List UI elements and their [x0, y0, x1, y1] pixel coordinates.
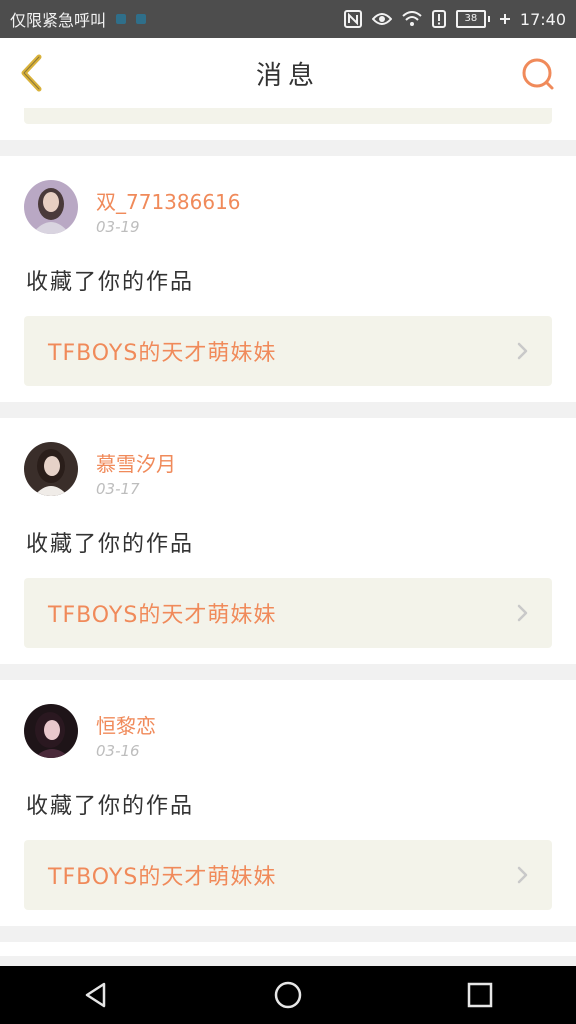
- battery-tip: [487, 16, 490, 22]
- avatar[interactable]: [24, 180, 78, 234]
- work-title: TFBOYS的天才萌妹妹: [48, 603, 277, 628]
- username-link[interactable]: 恒黎恋: [96, 710, 156, 739]
- divider: [0, 926, 576, 942]
- username-link[interactable]: 双_771386616: [96, 186, 241, 215]
- action-text: 收藏了你的作品: [26, 794, 195, 819]
- divider: [0, 664, 576, 680]
- list-item: 慕雪汐月 03-17 收藏了你的作品 TFBOYS的天才萌妹妹: [0, 418, 576, 664]
- timestamp: 03-19: [96, 218, 140, 236]
- list-item: 双_771386616 03-19 收藏了你的作品 TFBOYS的天才萌妹妹: [0, 156, 576, 402]
- battery-icon: 38: [455, 10, 490, 28]
- work-link[interactable]: TFBOYS的天才萌妹妹: [24, 840, 552, 910]
- list-item-partial: [0, 942, 576, 956]
- list-item-partial: [0, 108, 576, 140]
- status-left: 仅限紧急呼叫: [10, 7, 147, 31]
- battery-level: 38: [455, 10, 486, 28]
- back-button[interactable]: [12, 53, 52, 93]
- timestamp: 03-16: [96, 742, 140, 760]
- nav-recents-button[interactable]: [450, 966, 510, 1024]
- chevron-right-icon: [517, 342, 528, 360]
- divider: [0, 140, 576, 156]
- chevron-left-icon: [21, 54, 42, 92]
- search-button[interactable]: [518, 54, 558, 94]
- notification-dot-icon: [136, 14, 147, 24]
- status-time: 17:40: [519, 9, 566, 29]
- status-bar: 仅限紧急呼叫 38 17:40: [0, 0, 576, 38]
- message-list: 双_771386616 03-19 收藏了你的作品 TFBOYS的天才萌妹妹 慕…: [0, 108, 576, 956]
- recents-square-icon: [467, 982, 493, 1008]
- work-title: TFBOYS的天才萌妹妹: [48, 865, 277, 890]
- divider: [0, 402, 576, 418]
- system-nav-bar: [0, 966, 576, 1024]
- eye-icon: [371, 12, 392, 26]
- back-triangle-icon: [85, 982, 106, 1008]
- charging-icon: [499, 14, 510, 24]
- nfc-icon: [343, 10, 362, 28]
- timestamp: 03-17: [96, 480, 140, 498]
- header: 消息: [0, 38, 576, 109]
- action-text: 收藏了你的作品: [26, 270, 195, 295]
- search-icon: [522, 58, 554, 90]
- wifi-icon: [402, 11, 422, 27]
- chevron-right-icon: [517, 604, 528, 622]
- notification-dot-icon: [116, 14, 127, 24]
- avatar[interactable]: [24, 704, 78, 758]
- work-link-partial[interactable]: [24, 108, 552, 124]
- list-item: 恒黎恋 03-16 收藏了你的作品 TFBOYS的天才萌妹妹: [0, 680, 576, 926]
- action-text: 收藏了你的作品: [26, 532, 195, 557]
- avatar[interactable]: [24, 442, 78, 496]
- username-link[interactable]: 慕雪汐月: [96, 448, 176, 477]
- work-link[interactable]: TFBOYS的天才萌妹妹: [24, 578, 552, 648]
- alert-icon: [431, 10, 446, 28]
- nav-home-button[interactable]: [258, 966, 318, 1024]
- work-title: TFBOYS的天才萌妹妹: [48, 341, 277, 366]
- home-circle-icon: [274, 981, 302, 1009]
- work-link[interactable]: TFBOYS的天才萌妹妹: [24, 316, 552, 386]
- carrier-text: 仅限紧急呼叫: [10, 11, 107, 30]
- status-right: 38 17:40: [343, 9, 566, 29]
- page-title: 消息: [255, 60, 320, 91]
- nav-back-button[interactable]: [66, 966, 126, 1024]
- chevron-right-icon: [517, 866, 528, 884]
